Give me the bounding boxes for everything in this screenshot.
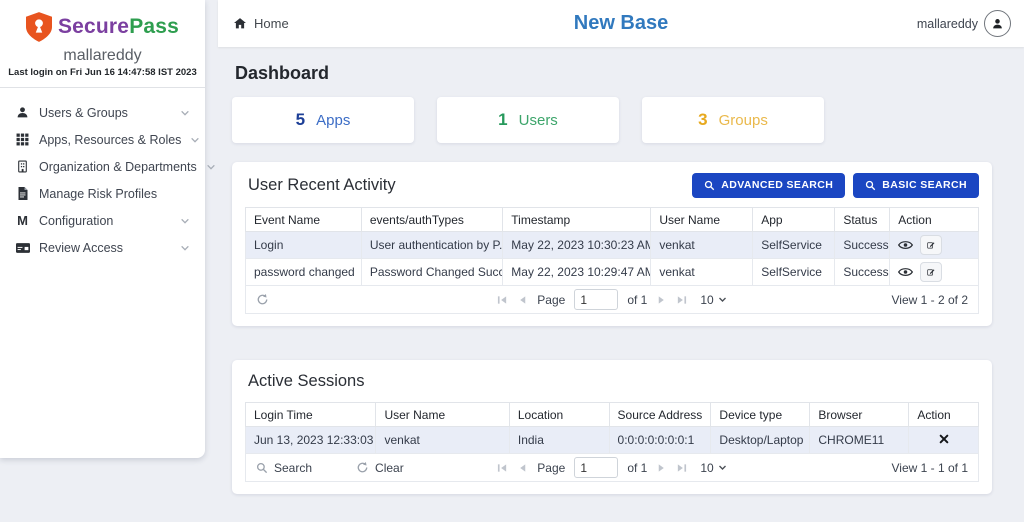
chevron-down-icon	[180, 216, 190, 226]
sidebar-item-users-groups[interactable]: Users & Groups	[0, 99, 205, 126]
edit-icon[interactable]	[920, 262, 942, 282]
previous-page-icon[interactable]	[517, 295, 528, 305]
last-page-icon[interactable]	[676, 295, 687, 305]
user-menu[interactable]: mallareddy	[917, 10, 1011, 37]
terminate-session-icon[interactable]	[939, 434, 949, 444]
chevron-down-icon	[718, 295, 727, 304]
sidebar-item-configuration[interactable]: M Configuration	[0, 207, 205, 234]
building-icon	[15, 160, 30, 174]
sessions-table-header: Login Time User Name Location Source Add…	[246, 403, 979, 427]
search-icon	[704, 180, 715, 191]
content: Dashboard 5 Apps 1 Users 3 Groups User R…	[218, 47, 1024, 494]
dashboard-title: Dashboard	[235, 63, 992, 84]
refresh-icon[interactable]	[256, 293, 269, 306]
grid-icon	[15, 133, 30, 147]
search-icon	[865, 180, 876, 191]
activity-panel-title: User Recent Activity	[248, 176, 396, 195]
page-number-input[interactable]	[574, 457, 618, 478]
brand-name: SecurePass	[58, 15, 179, 39]
pagination: Page of 1 10	[246, 289, 978, 310]
edit-icon[interactable]	[920, 235, 942, 255]
last-login-text: Last login on Fri Jun 16 14:47:58 IST 20…	[0, 67, 205, 88]
header-username: mallareddy	[917, 17, 978, 31]
chevron-down-icon	[206, 162, 216, 172]
view-range-label: View 1 - 2 of 2	[892, 293, 969, 307]
stat-card-users[interactable]: 1 Users	[437, 97, 619, 143]
chevron-down-icon	[180, 243, 190, 253]
sidebar-username: mallareddy	[0, 47, 205, 65]
sidebar-item-manage-risk-profiles[interactable]: Manage Risk Profiles	[0, 180, 205, 207]
page-number-input[interactable]	[574, 289, 618, 310]
configuration-icon: M	[15, 214, 30, 228]
top-header: New Base Home mallareddy	[218, 0, 1024, 47]
main-area: New Base Home mallareddy Dashboard 5 App…	[218, 0, 1024, 522]
stat-card-apps[interactable]: 5 Apps	[232, 97, 414, 143]
page-size-select[interactable]: 10	[700, 461, 726, 475]
page-size-select[interactable]: 10	[700, 293, 726, 307]
first-page-icon[interactable]	[497, 463, 508, 473]
sidebar-item-review-access[interactable]: Review Access	[0, 234, 205, 261]
view-icon[interactable]	[898, 266, 913, 278]
view-icon[interactable]	[898, 239, 913, 251]
table-row: password changed Password Changed Succ..…	[246, 259, 979, 286]
stat-card-groups[interactable]: 3 Groups	[642, 97, 824, 143]
search-icon	[256, 462, 268, 474]
next-page-icon[interactable]	[656, 463, 667, 473]
chevron-down-icon	[180, 108, 190, 118]
first-page-icon[interactable]	[497, 295, 508, 305]
next-page-icon[interactable]	[656, 295, 667, 305]
basic-search-button[interactable]: BASIC SEARCH	[853, 173, 979, 198]
activity-table-header: Event Name events/authTypes Timestamp Us…	[246, 208, 979, 232]
sidebar-item-apps-resources-roles[interactable]: Apps, Resources & Roles	[0, 126, 205, 153]
sessions-panel-title: Active Sessions	[248, 372, 364, 391]
activity-table: Event Name events/authTypes Timestamp Us…	[245, 207, 979, 286]
avatar	[984, 10, 1011, 37]
last-page-icon[interactable]	[676, 463, 687, 473]
view-range-label: View 1 - 1 of 1	[892, 461, 969, 475]
user-recent-activity-panel: User Recent Activity ADVANCED SEARCH BAS…	[232, 162, 992, 326]
chevron-down-icon	[718, 463, 727, 472]
advanced-search-button[interactable]: ADVANCED SEARCH	[692, 173, 845, 198]
active-sessions-panel: Active Sessions Login Time User Name Loc…	[232, 360, 992, 494]
chevron-down-icon	[190, 135, 200, 145]
sidebar-item-organization-departments[interactable]: Organization & Departments	[0, 153, 205, 180]
stat-cards: 5 Apps 1 Users 3 Groups	[232, 97, 992, 143]
user-icon	[15, 106, 30, 120]
sidebar-nav: Users & Groups Apps, Resources & Roles O…	[0, 88, 205, 272]
sidebar: SecurePass mallareddy Last login on Fri …	[0, 0, 205, 458]
activity-table-footer: Page of 1 10 View 1 - 2 of 2	[245, 286, 979, 314]
search-button[interactable]: Search	[256, 461, 312, 475]
previous-page-icon[interactable]	[517, 463, 528, 473]
sessions-table: Login Time User Name Location Source Add…	[245, 402, 979, 454]
refresh-icon	[356, 461, 369, 474]
table-row: Jun 13, 2023 12:33:03 PM venkat India 0:…	[246, 427, 979, 454]
sessions-table-footer: Search Clear Pag	[245, 454, 979, 482]
card-icon	[15, 241, 30, 255]
table-row: Login User authentication by P... May 22…	[246, 232, 979, 259]
clear-button[interactable]: Clear	[356, 461, 404, 475]
file-icon	[15, 187, 30, 201]
brand-logo: SecurePass	[0, 0, 205, 42]
home-icon	[233, 17, 247, 30]
page-title: New Base	[218, 12, 1024, 35]
breadcrumb-home[interactable]: Home	[233, 16, 289, 31]
shield-logo-icon	[26, 12, 52, 42]
